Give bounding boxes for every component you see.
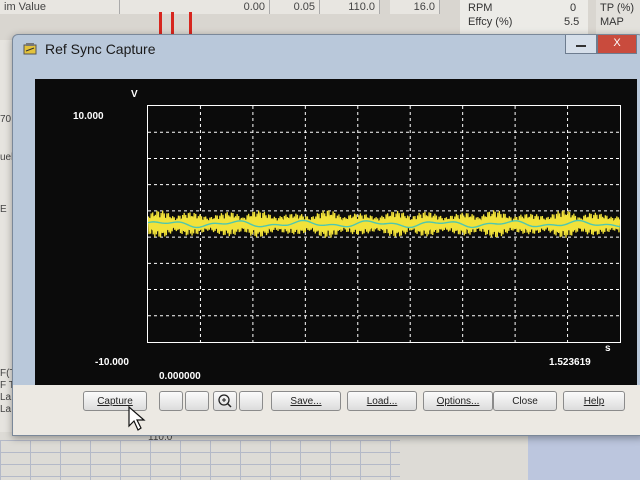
map-label: MAP <box>600 16 624 28</box>
save-button[interactable]: Save... <box>271 391 341 411</box>
minimize-icon <box>576 45 586 47</box>
waveform-chart <box>148 106 620 342</box>
value-cell-3: 110.0 <box>320 0 380 14</box>
y-max-label: 10.000 <box>73 111 104 122</box>
trim-value-cell: im Value <box>0 0 120 14</box>
help-label: Help <box>583 396 605 407</box>
waveform-plot-area[interactable] <box>147 105 621 343</box>
window-title: Ref Sync Capture <box>45 41 156 57</box>
left-label-e: E <box>0 204 7 215</box>
x-max-label: 1.523619 <box>549 357 591 368</box>
value-cell-1: 0.00 <box>120 0 270 14</box>
value-cell-2: 0.05 <box>270 0 320 14</box>
rpm-value: 0 <box>570 2 577 14</box>
load-label: Load... <box>366 396 398 407</box>
window-titlebar[interactable]: Ref Sync Capture X <box>13 35 640 63</box>
close-button[interactable]: Close <box>493 391 557 411</box>
options-label: Options... <box>436 396 480 407</box>
x-axis-unit: s <box>605 343 611 354</box>
zoom-out-button[interactable] <box>159 391 183 411</box>
mouse-pointer-icon <box>128 406 146 431</box>
minimize-button[interactable] <box>565 35 597 54</box>
pan-button[interactable] <box>185 391 209 411</box>
button-bar: Capture Save... Load... Options... Close… <box>13 385 640 435</box>
left-label-70: 70 <box>0 114 12 125</box>
rpm-label: RPM <box>468 2 493 14</box>
y-axis-unit: V <box>131 89 138 100</box>
ref-sync-capture-window: Ref Sync Capture X V 10.000 -10.000 0.00… <box>12 34 640 436</box>
load-button[interactable]: Load... <box>347 391 417 411</box>
help-button[interactable]: Help <box>563 391 625 411</box>
close-label: Close <box>512 396 538 407</box>
effcy-value: 5.5 <box>564 16 580 28</box>
zoom-in-icon <box>218 394 232 408</box>
effcy-label: Effcy (%) <box>468 16 513 28</box>
close-window-button[interactable]: X <box>597 35 637 54</box>
x-min-label: 0.000000 <box>159 371 201 382</box>
plot-panel: V 10.000 -10.000 0.000000 1.523619 s <box>35 79 637 391</box>
tp-label: TP (%) <box>600 2 635 14</box>
options-button[interactable]: Options... <box>423 391 493 411</box>
background-table-grid <box>0 440 400 480</box>
zoom-reset-button[interactable] <box>239 391 263 411</box>
value-cell-4: 16.0 <box>390 0 440 14</box>
save-label: Save... <box>290 396 322 407</box>
y-min-label: -10.000 <box>95 357 129 368</box>
app-icon <box>23 43 37 55</box>
zoom-in-button[interactable] <box>213 391 237 411</box>
